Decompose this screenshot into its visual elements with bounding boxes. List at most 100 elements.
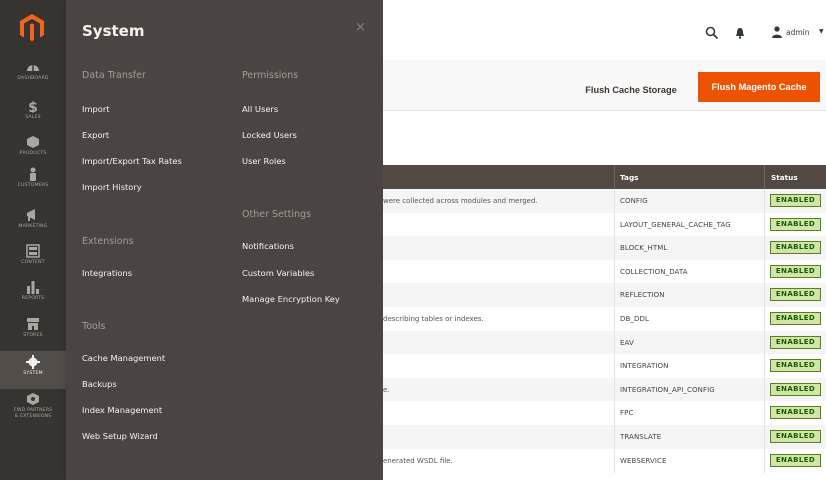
nav-item-reports[interactable]: REPORTS <box>0 276 66 314</box>
nav-item-system[interactable]: SYSTEM <box>0 351 66 389</box>
column-separator <box>764 330 765 355</box>
search-icon[interactable] <box>705 26 719 40</box>
system-flyout-panel: System × Data Transfer Import Export Imp… <box>66 0 383 480</box>
section-tools: Tools <box>82 321 106 332</box>
table-row[interactable]: LAYOUT_GENERAL_CACHE_TAG ENABLED <box>383 212 826 237</box>
column-separator <box>614 425 615 449</box>
nav-label: STORES <box>23 333 43 338</box>
table-row[interactable]: INTEGRATION ENABLED <box>383 354 826 379</box>
link-custom-variables[interactable]: Custom Variables <box>242 268 314 278</box>
bell-icon[interactable] <box>735 27 745 39</box>
table-row[interactable]: FPC ENABLED <box>383 401 826 426</box>
status-badge: ENABLED <box>770 312 821 325</box>
nav-item-dashboard[interactable]: DASHBOARD <box>0 56 66 94</box>
nav-label: REPORTS <box>21 296 45 301</box>
table-row[interactable]: describing tables or indexes. DB_DDL ENABL… <box>383 307 826 331</box>
row-tag: DB_DDL <box>620 315 649 323</box>
status-badge: ENABLED <box>770 382 821 396</box>
row-tag: FPC <box>620 409 634 418</box>
table-row[interactable]: enerated WSDL file. WEBSERVICE ENABLED <box>383 448 826 473</box>
link-integrations[interactable]: Integrations <box>82 268 132 278</box>
nav-label: SALES <box>25 115 41 120</box>
nav-label: MARKETING <box>18 224 48 229</box>
nav-label: DASHBOARD <box>17 76 49 81</box>
link-manage-encryption-key[interactable]: Manage Encryption Key <box>242 294 340 304</box>
link-locked-users[interactable]: Locked Users <box>242 130 297 140</box>
status-badge: ENABLED <box>770 430 821 443</box>
status-badge: ENABLED <box>770 194 821 207</box>
megaphone-icon <box>27 209 35 221</box>
link-import-history[interactable]: Import History <box>82 182 142 192</box>
svg-text:$: $ <box>28 100 38 113</box>
link-web-setup-wizard[interactable]: Web Setup Wizard <box>82 431 158 441</box>
partners-icon <box>27 393 39 405</box>
row-description: enerated WSDL file. <box>383 456 453 465</box>
link-import[interactable]: Import <box>82 104 110 114</box>
row-description: e. <box>383 385 390 394</box>
status-badge: ENABLED <box>770 335 821 349</box>
nav-label-line2: & EXTENSIONS <box>14 414 52 419</box>
column-header-status[interactable]: Status <box>771 173 798 182</box>
nav-item-marketing[interactable]: MARKETING <box>0 204 66 242</box>
table-row[interactable]: COLLECTION_DATA ENABLED <box>383 259 826 284</box>
link-all-users[interactable]: All Users <box>242 104 278 114</box>
magento-logo-icon[interactable] <box>17 12 47 42</box>
column-separator <box>764 448 765 473</box>
link-backups[interactable]: Backups <box>82 379 117 389</box>
nav-item-find-partners[interactable]: FIND PARTNERS & EXTENSIONS <box>0 388 66 430</box>
column-separator <box>764 377 765 402</box>
column-header-tags[interactable]: Tags <box>620 173 639 182</box>
nav-label: CONTENT <box>21 260 45 265</box>
column-separator <box>764 212 765 237</box>
column-separator <box>614 189 615 213</box>
table-row[interactable]: e. INTEGRATION_API_CONFIG ENABLED <box>383 377 826 402</box>
table-row[interactable]: TRANSLATE ENABLED <box>383 425 826 449</box>
table-row[interactable]: EAV ENABLED <box>383 330 826 355</box>
table-row[interactable]: REFLECTION ENABLED <box>383 283 826 308</box>
row-tag: INTEGRATION <box>620 362 669 371</box>
column-separator <box>764 259 765 284</box>
link-cache-management[interactable]: Cache Management <box>82 353 165 363</box>
link-index-management[interactable]: Index Management <box>82 405 162 415</box>
nav-item-sales[interactable]: $ SALES <box>0 95 66 133</box>
section-other-settings: Other Settings <box>242 209 311 220</box>
row-tag: BLOCK_HTML <box>620 244 668 253</box>
admin-user-menu[interactable]: admin <box>786 28 810 37</box>
link-notifications[interactable]: Notifications <box>242 241 294 251</box>
row-tag: LAYOUT_GENERAL_CACHE_TAG <box>620 220 731 229</box>
table-row[interactable]: were collected across modules and merged… <box>383 189 826 213</box>
column-separator <box>614 330 615 355</box>
section-permissions: Permissions <box>242 70 299 81</box>
status-badge: ENABLED <box>770 217 821 231</box>
gear-icon <box>26 355 40 369</box>
status-badge: ENABLED <box>770 241 821 255</box>
link-export[interactable]: Export <box>82 130 109 140</box>
column-separator <box>614 283 615 308</box>
flush-cache-storage-button[interactable]: Flush Cache Storage <box>576 80 686 100</box>
panel-title: System <box>82 22 145 40</box>
status-badge: ENABLED <box>770 453 821 467</box>
user-icon[interactable] <box>771 26 783 38</box>
nav-item-stores[interactable]: STORES <box>0 313 66 351</box>
row-tag: CONFIG <box>620 197 648 205</box>
nav-item-content[interactable]: CONTENT <box>0 240 66 278</box>
dashboard-icon <box>27 65 39 71</box>
column-separator <box>614 259 615 284</box>
close-icon[interactable]: × <box>355 20 366 35</box>
link-import-export-tax-rates[interactable]: Import/Export Tax Rates <box>82 156 182 166</box>
nav-label: SYSTEM <box>23 371 43 376</box>
section-data-transfer: Data Transfer <box>82 70 146 81</box>
column-separator <box>614 354 615 379</box>
column-separator <box>614 165 615 189</box>
row-tag: INTEGRATION_API_CONFIG <box>620 385 715 394</box>
column-separator <box>764 236 765 261</box>
column-separator <box>614 401 615 426</box>
status-badge: ENABLED <box>770 264 821 278</box>
table-row[interactable]: BLOCK_HTML ENABLED <box>383 236 826 261</box>
row-description: were collected across modules and merged… <box>383 197 538 205</box>
box-icon <box>27 136 39 148</box>
link-user-roles[interactable]: User Roles <box>242 156 286 166</box>
flush-magento-cache-button[interactable]: Flush Magento Cache <box>698 72 820 102</box>
chevron-down-icon[interactable]: ▼ <box>819 28 824 35</box>
nav-item-customers[interactable]: CUSTOMERS <box>0 163 66 201</box>
